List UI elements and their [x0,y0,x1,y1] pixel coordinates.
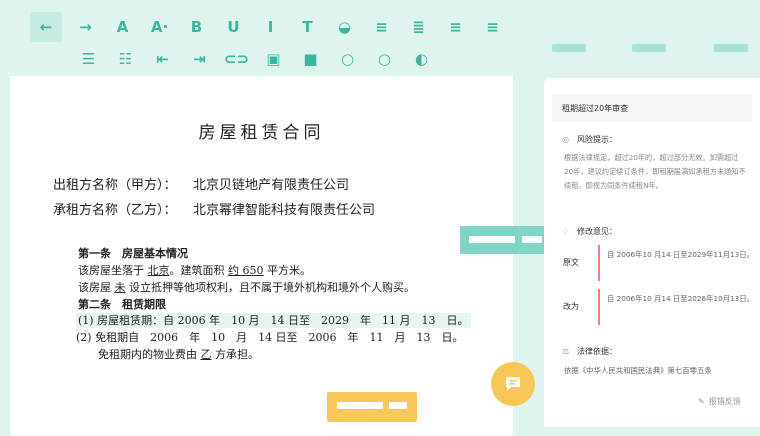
link-icon[interactable]: ⊂⊃ [218,44,255,74]
forward-arrow-icon[interactable]: → [67,12,104,42]
scale-icon: ⚖ [562,347,570,356]
bullet-list-icon[interactable]: ☰ [70,44,107,74]
font-size-icon[interactable]: A· [141,12,178,42]
revise-section-title: ♢ 修改意见： [562,227,617,236]
underline-icon[interactable]: U [215,12,252,42]
numbered-list-icon[interactable]: ☷ [107,44,144,74]
circle-icon[interactable]: ○ [329,44,366,74]
article-2-line-3: 免租期内的物业费由 乙 方承担。 [98,348,259,361]
video-icon[interactable]: ■ [292,44,329,74]
review-panel: 租期超过20年审查 ◎ 风险提示： 根据法律规定，超过20年的，超过部分无效。如需… [544,78,760,427]
annotation-marker-yellow[interactable] [327,392,417,422]
article-1-title: 第一条 房屋基本情况 [78,247,188,260]
chat-icon [506,377,520,391]
lessor-value: 北京贝链地产有限责任公司 [193,178,350,193]
strikethrough-icon[interactable]: T [289,12,326,42]
article-1-line-1: 该房屋坐落于 北京。建筑面积 约 650 平方米。 [78,264,311,277]
font-color-icon[interactable]: A [104,12,141,42]
indent-decrease-icon[interactable]: ⇤ [144,44,181,74]
placeholder-bar [714,44,748,52]
radio-icon[interactable]: ○ [366,44,403,74]
pin-icon: ♢ [562,227,570,236]
highlight-icon[interactable]: ◒ [326,12,363,42]
placeholder-bar [632,44,666,52]
lessor-line: 出租方名称（甲方）： 北京贝链地产有限责任公司 [53,174,349,193]
contract-document[interactable]: 房屋租赁合同 出租方名称（甲方）： 北京贝链地产有限责任公司 承租方名称（乙方）：… [10,76,513,436]
mortgage-field[interactable]: 未 [115,281,126,294]
toggle-icon[interactable]: ◐ [403,44,440,74]
law-reference[interactable]: 依据《中华人民共和国民法典》第七百零五条 [564,365,712,376]
align-left-icon[interactable]: ≡ [437,12,474,42]
warning-icon: ◎ [562,135,569,144]
lessee-value: 北京幂律智能科技有限责任公司 [193,203,376,218]
italic-icon[interactable]: I [252,12,289,42]
chat-button[interactable] [491,362,535,406]
align-center-icon[interactable]: ≡ [363,12,400,42]
image-icon[interactable]: ▣ [255,44,292,74]
article-2-line-1[interactable]: (1) 房屋租赁期：自 2006 年 10 月 14 日至 2029 年 11 … [76,312,471,328]
edit-icon: ✎ [698,397,705,406]
law-section-title: ⚖ 法律依据： [562,347,617,356]
location-field[interactable]: 北京 [148,264,170,277]
align-justify-icon[interactable]: ≣ [400,12,437,42]
lessor-label: 出租方名称（甲方）： [53,178,177,193]
bold-icon[interactable]: B [178,12,215,42]
indent-increase-icon[interactable]: ⇥ [181,44,218,74]
back-arrow-icon[interactable]: ← [30,12,62,42]
article-2-line-2: (2) 免租期自 2006 年 10 月 14 日至 2006 年 11 月 1… [76,331,464,344]
revised-text-block: 改为 自 2006年10 月14 日至2026年10月13日。 [554,287,754,327]
annotation-marker[interactable] [460,226,550,254]
lessee-line: 承租方名称（乙方）： 北京幂律智能科技有限责任公司 [53,199,375,218]
original-text-block: 原文 自 2006年10 月14 日至2029年11月13日。 [554,243,754,283]
risk-text: 根据法律规定，超过20年的，超过部分无效。如需超过20年，建议约定续订条件，即租… [564,153,746,190]
feedback-link[interactable]: ✎ 报错反馈 [698,396,741,407]
article-1-line-2: 该房屋 未 设立抵押等他项权利，且不属于境外机构和境外个人购买。 [78,281,415,294]
lessee-label: 承租方名称（乙方）： [53,203,177,218]
review-item-heading[interactable]: 租期超过20年审查 [552,94,752,122]
align-right-icon[interactable]: ≡ [474,12,511,42]
placeholder-bar [552,44,586,52]
property-fee-field[interactable]: 乙 [201,348,212,361]
toolbar-row-insert: ☰ ☷ ⇤ ⇥ ⊂⊃ ▣ ■ ○ ○ ◐ [70,44,440,74]
article-2-title: 第二条 租赁期限 [78,298,166,311]
highlighted-lease-term[interactable]: (1) 房屋租赁期：自 2006 年 10 月 14 日至 2029 年 11 … [76,313,471,328]
area-field[interactable]: 约 650 [228,264,264,277]
risk-section-title: ◎ 风险提示： [562,135,617,144]
toolbar-row-format: ← → A A· B U I T ◒ ≡ ≣ ≡ ≡ [30,12,511,42]
editor-toolbar: ← → A A· B U I T ◒ ≡ ≣ ≡ ≡ ☰ ☷ ⇤ ⇥ ⊂⊃ ▣ ■ ○ ○ ◐ [30,10,499,74]
document-title: 房屋租赁合同 [198,123,325,143]
